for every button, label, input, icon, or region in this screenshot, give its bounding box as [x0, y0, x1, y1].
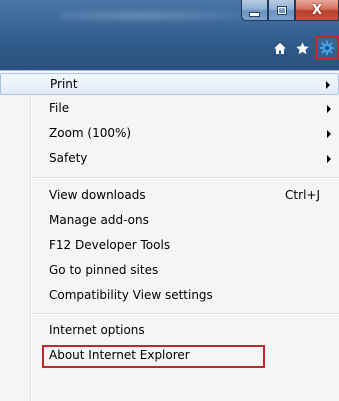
home-button[interactable] — [269, 36, 291, 60]
internet-options-highlight — [42, 345, 265, 368]
menu-item-internet-options[interactable]: Internet options — [0, 320, 339, 342]
caption-buttons: X — [241, 0, 339, 22]
menu-item-label: Compatibility View settings — [49, 288, 213, 302]
menu-item-zoom[interactable]: Zoom (100%) — [0, 123, 339, 145]
title-bar: X — [0, 0, 339, 70]
menu-item-print[interactable]: Print — [0, 73, 339, 95]
home-icon — [274, 42, 286, 54]
menu-item-compatibility-view[interactable]: Compatibility View settings — [0, 285, 339, 307]
menu-item-label: Go to pinned sites — [49, 263, 159, 277]
submenu-arrow-icon — [326, 81, 330, 89]
tools-button[interactable] — [315, 36, 339, 60]
menu-item-label: F12 Developer Tools — [49, 238, 171, 252]
menu-item-label: Zoom (100%) — [49, 126, 132, 140]
menu-item-label: Manage add-ons — [49, 213, 149, 227]
menu-separator — [32, 313, 339, 315]
minimize-icon — [249, 11, 260, 17]
menu-item-file[interactable]: File — [0, 98, 339, 120]
maximize-button[interactable] — [268, 0, 295, 21]
menu-item-label: Print — [50, 77, 78, 91]
submenu-arrow-icon — [327, 155, 331, 163]
menu-item-view-downloads[interactable]: View downloads Ctrl+J — [0, 185, 339, 207]
minimize-button[interactable] — [241, 0, 268, 21]
menu-item-label: Safety — [49, 151, 88, 165]
submenu-arrow-icon — [327, 130, 331, 138]
menu-item-safety[interactable]: Safety — [0, 148, 339, 170]
favorites-button[interactable] — [291, 36, 313, 60]
star-icon — [295, 41, 309, 54]
menu-item-f12-developer-tools[interactable]: F12 Developer Tools — [0, 235, 339, 257]
command-bar — [269, 35, 339, 61]
title-bar-blurred-text — [60, 8, 260, 24]
menu-item-pinned-sites[interactable]: Go to pinned sites — [0, 260, 339, 282]
submenu-arrow-icon — [327, 105, 331, 113]
menu-item-manage-add-ons[interactable]: Manage add-ons — [0, 210, 339, 232]
maximize-icon — [276, 5, 287, 15]
close-button[interactable]: X — [295, 0, 339, 21]
gear-icon — [319, 40, 335, 56]
menu-item-shortcut: Ctrl+J — [285, 188, 320, 202]
close-icon: X — [311, 2, 323, 18]
menu-item-label: View downloads — [49, 188, 146, 202]
menu-item-label: File — [49, 101, 70, 115]
menu-separator — [32, 177, 339, 179]
menu-item-label: Internet options — [49, 323, 145, 337]
